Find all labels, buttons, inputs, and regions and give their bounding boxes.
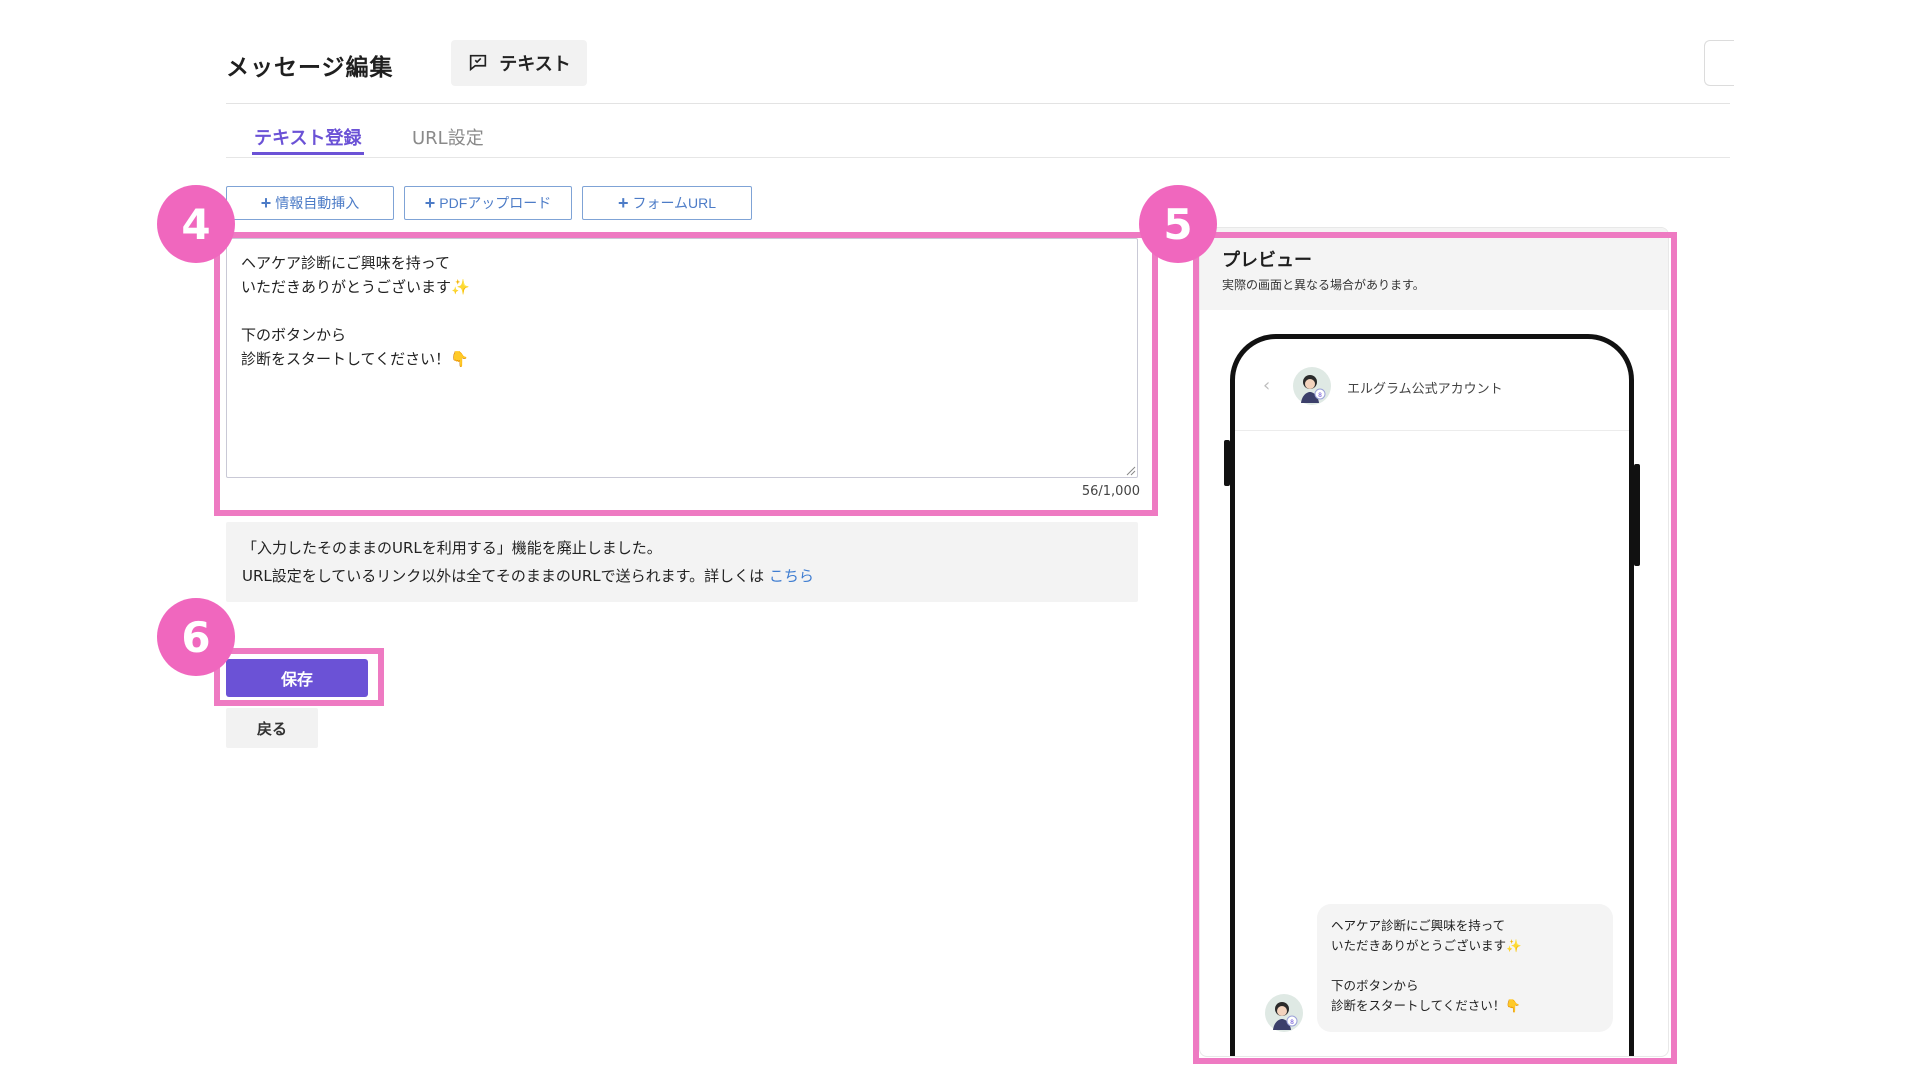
- header-right-control[interactable]: [1704, 40, 1734, 86]
- account-avatar: 8: [1293, 367, 1331, 405]
- preview-header: プレビュー 実際の画面と異なる場合があります。: [1200, 228, 1668, 310]
- tabs-divider: [226, 157, 1730, 158]
- preview-panel: プレビュー 実際の画面と異なる場合があります。 ‹ 8 エルグラム公式アカウント…: [1199, 227, 1669, 1057]
- pdf-upload-label: PDFアップロード: [439, 195, 552, 211]
- form-url-label: フォームURL: [632, 195, 717, 211]
- pdf-upload-button[interactable]: + PDFアップロード: [404, 186, 572, 220]
- chevron-left-icon: ‹: [1263, 375, 1271, 396]
- chat-header: ‹ 8 エルグラム公式アカウント: [1235, 339, 1629, 431]
- chat-text-icon: [470, 54, 487, 72]
- notice-line-1: 「入力したそのままのURLを利用する」機能を廃止しました。: [242, 539, 662, 557]
- url-notice: 「入力したそのままのURLを利用する」機能を廃止しました。 URL設定をしている…: [226, 522, 1138, 602]
- message-textarea[interactable]: ヘアケア診断にご興味を持って いただきありがとうございます✨ 下のボタンから 診…: [226, 238, 1138, 478]
- account-name: エルグラム公式アカウント: [1347, 382, 1503, 397]
- step-badge-5: 5: [1139, 185, 1217, 263]
- message-type-chip: テキスト: [451, 40, 587, 86]
- tab-text-registration[interactable]: テキスト登録: [254, 124, 361, 150]
- notice-line-2: URL設定をしているリンク以外は全てそのままのURLで送られます。詳しくは こち…: [242, 562, 1122, 590]
- step-badge-4: 4: [157, 185, 235, 263]
- phone-side-button-right: [1634, 464, 1640, 566]
- header-divider: [226, 103, 1730, 104]
- preview-message-bubble: ヘアケア診断にご興味を持って いただきありがとうございます✨ 下のボタンから 診…: [1317, 904, 1613, 1032]
- tab-url-settings[interactable]: URL設定: [412, 124, 484, 150]
- form-url-button[interactable]: + フォームURL: [582, 186, 752, 220]
- message-type-label: テキスト: [499, 54, 571, 75]
- step-badge-6: 6: [157, 598, 235, 676]
- preview-title: プレビュー: [1222, 250, 1312, 271]
- plus-icon: +: [260, 193, 272, 213]
- plus-icon: +: [617, 193, 629, 213]
- insert-info-label: 情報自動挿入: [275, 195, 360, 211]
- character-counter: 56/1,000: [1081, 484, 1140, 499]
- phone-mockup: ‹ 8 エルグラム公式アカウント ヘアケア診断にご興味を持って いただきありがと…: [1230, 334, 1634, 1056]
- page-title: メッセージ編集: [226, 55, 394, 81]
- plus-icon: +: [424, 193, 436, 213]
- notice-line-2-text: URL設定をしているリンク以外は全てそのままのURLで送られます。詳しくは: [242, 567, 765, 585]
- details-link[interactable]: こちら: [769, 567, 814, 585]
- insert-info-button[interactable]: + 情報自動挿入: [226, 186, 394, 220]
- save-button[interactable]: 保存: [226, 659, 368, 697]
- back-button[interactable]: 戻る: [226, 708, 318, 748]
- preview-subtitle: 実際の画面と異なる場合があります。: [1222, 278, 1425, 292]
- svg-text:8: 8: [1290, 1019, 1294, 1026]
- sender-avatar: 8: [1265, 994, 1303, 1032]
- active-tab-indicator: [252, 152, 364, 155]
- svg-text:8: 8: [1318, 392, 1322, 399]
- resize-handle-icon[interactable]: [1126, 466, 1136, 476]
